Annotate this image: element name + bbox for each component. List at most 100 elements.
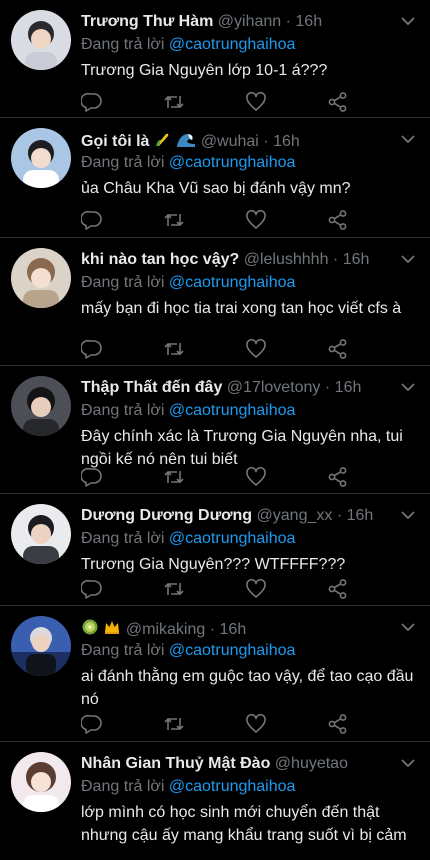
mention-link[interactable]: @caotrunghaihoa: [169, 530, 296, 547]
username[interactable]: @wuhai: [201, 133, 259, 150]
chevron-down-icon[interactable]: [398, 380, 418, 394]
action-bar: [81, 209, 430, 231]
reply-icon[interactable]: [81, 209, 103, 231]
avatar[interactable]: [11, 752, 71, 812]
retweet-icon[interactable]: [163, 578, 185, 600]
reply-icon[interactable]: [81, 466, 103, 488]
chevron-down-icon[interactable]: [398, 508, 418, 522]
share-icon[interactable]: [327, 713, 349, 735]
heart-icon[interactable]: [245, 713, 267, 735]
username[interactable]: @yang_xx: [257, 507, 333, 524]
kiwi-emoji: [81, 618, 99, 642]
tweet-header: Gọi tôi là @wuhai · 16h: [81, 130, 394, 154]
tweet-header: Dương Dương Dương @yang_xx · 16h: [81, 506, 394, 526]
heart-icon[interactable]: [245, 209, 267, 231]
tweet[interactable]: Trương Thư Hàm @yihann · 16h Đang trả lờ…: [0, 0, 430, 118]
share-icon[interactable]: [327, 209, 349, 231]
timestamp[interactable]: 16h: [273, 133, 300, 150]
heart-icon[interactable]: [245, 338, 267, 360]
replying-to-label: Đang trả lời: [81, 778, 165, 795]
separator-dot: ·: [285, 13, 291, 30]
avatar[interactable]: [11, 376, 71, 436]
tweet[interactable]: @mikaking · 16h Đang trả lời @caotrungha…: [0, 606, 430, 742]
replies-feed: Trương Thư Hàm @yihann · 16h Đang trả lờ…: [0, 0, 430, 860]
replying-to-label: Đang trả lời: [81, 36, 165, 53]
share-icon[interactable]: [327, 578, 349, 600]
display-name[interactable]: Gọi tôi là: [81, 133, 149, 150]
mention-link[interactable]: @caotrunghaihoa: [169, 402, 296, 419]
tweet-header: Nhân Gian Thuỷ Mật Đào @huyetao: [81, 754, 394, 774]
reply-icon[interactable]: [81, 338, 103, 360]
retweet-icon[interactable]: [163, 91, 185, 113]
tweet[interactable]: Dương Dương Dương @yang_xx · 16h Đang tr…: [0, 494, 430, 606]
tweet[interactable]: Nhân Gian Thuỷ Mật Đào @huyetao Đang trả…: [0, 742, 430, 860]
timestamp[interactable]: 16h: [220, 621, 247, 638]
share-icon[interactable]: [327, 91, 349, 113]
separator-dot: ·: [324, 379, 331, 396]
avatar[interactable]: [11, 128, 71, 188]
replying-to: Đang trả lời @caotrunghaihoa: [81, 401, 295, 421]
replying-to: Đang trả lời @caotrunghaihoa: [81, 273, 295, 293]
chevron-down-icon[interactable]: [398, 620, 418, 634]
reply-icon[interactable]: [81, 713, 103, 735]
mention-link[interactable]: @caotrunghaihoa: [169, 274, 296, 291]
share-icon[interactable]: [327, 338, 349, 360]
tweet-header: Thập Thất đến đây @17lovetony · 16h: [81, 378, 394, 398]
timestamp[interactable]: 16h: [343, 251, 370, 268]
timestamp[interactable]: 16h: [347, 507, 374, 524]
avatar[interactable]: [11, 10, 71, 70]
avatar[interactable]: [11, 504, 71, 564]
tweet[interactable]: Gọi tôi là @wuhai · 16h Đang trả lời @ca…: [0, 118, 430, 238]
reply-icon[interactable]: [81, 91, 103, 113]
tweet-text: Trương Gia Nguyên??? WTFFFF???: [81, 556, 346, 573]
username[interactable]: @lelushhhh: [244, 251, 329, 268]
mention-link[interactable]: @caotrunghaihoa: [169, 778, 296, 795]
reply-icon[interactable]: [81, 578, 103, 600]
retweet-icon[interactable]: [163, 209, 185, 231]
chevron-down-icon[interactable]: [398, 132, 418, 146]
display-name[interactable]: khi nào tan học vậy?: [81, 251, 239, 268]
heart-icon[interactable]: [245, 466, 267, 488]
mention-link[interactable]: @caotrunghaihoa: [169, 154, 296, 171]
separator-dot: ·: [332, 251, 339, 268]
chevron-down-icon[interactable]: [398, 252, 418, 266]
tweet[interactable]: Thập Thất đến đây @17lovetony · 16h Đang…: [0, 366, 430, 494]
retweet-icon[interactable]: [163, 338, 185, 360]
display-name[interactable]: Thập Thất đến đây: [81, 379, 222, 396]
mention-link[interactable]: @caotrunghaihoa: [169, 36, 296, 53]
retweet-icon[interactable]: [163, 713, 185, 735]
tweet-header: Trương Thư Hàm @yihann · 16h: [81, 12, 394, 32]
timestamp[interactable]: 16h: [335, 379, 362, 396]
username[interactable]: @huyetao: [275, 755, 348, 772]
chevron-down-icon[interactable]: [398, 756, 418, 770]
replying-to-label: Đang trả lời: [81, 530, 165, 547]
display-name[interactable]: Trương Thư Hàm: [81, 13, 213, 30]
username[interactable]: @mikaking: [126, 621, 205, 638]
replying-to: Đang trả lời @caotrunghaihoa: [81, 529, 295, 549]
wave-emoji: [176, 130, 196, 154]
username[interactable]: @17lovetony: [227, 379, 321, 396]
replying-to: Đang trả lời @caotrunghaihoa: [81, 641, 295, 661]
separator-dot: ·: [209, 621, 216, 638]
tweet[interactable]: khi nào tan học vậy? @lelushhhh · 16h Đa…: [0, 238, 430, 366]
chevron-down-icon[interactable]: [398, 14, 418, 28]
corn-emoji: [154, 130, 172, 154]
replying-to-label: Đang trả lời: [81, 154, 165, 171]
share-icon[interactable]: [327, 466, 349, 488]
heart-icon[interactable]: [245, 578, 267, 600]
avatar[interactable]: [11, 248, 71, 308]
avatar[interactable]: [11, 616, 71, 676]
username[interactable]: @yihann: [218, 13, 281, 30]
action-bar: [81, 466, 430, 488]
tweet-text: Đây chính xác là Trương Gia Nguyên nha, …: [81, 428, 403, 468]
display-name[interactable]: Nhân Gian Thuỷ Mật Đào: [81, 755, 270, 772]
tweet-text: lớp mình có học sinh mới chuyển đến thật…: [81, 804, 407, 844]
replying-to: Đang trả lời @caotrunghaihoa: [81, 153, 295, 173]
retweet-icon[interactable]: [163, 466, 185, 488]
heart-icon[interactable]: [245, 91, 267, 113]
timestamp[interactable]: 16h: [295, 13, 322, 30]
tweet-header: khi nào tan học vậy? @lelushhhh · 16h: [81, 250, 394, 270]
action-bar: [81, 578, 430, 600]
display-name[interactable]: Dương Dương Dương: [81, 507, 252, 524]
mention-link[interactable]: @caotrunghaihoa: [169, 642, 296, 659]
